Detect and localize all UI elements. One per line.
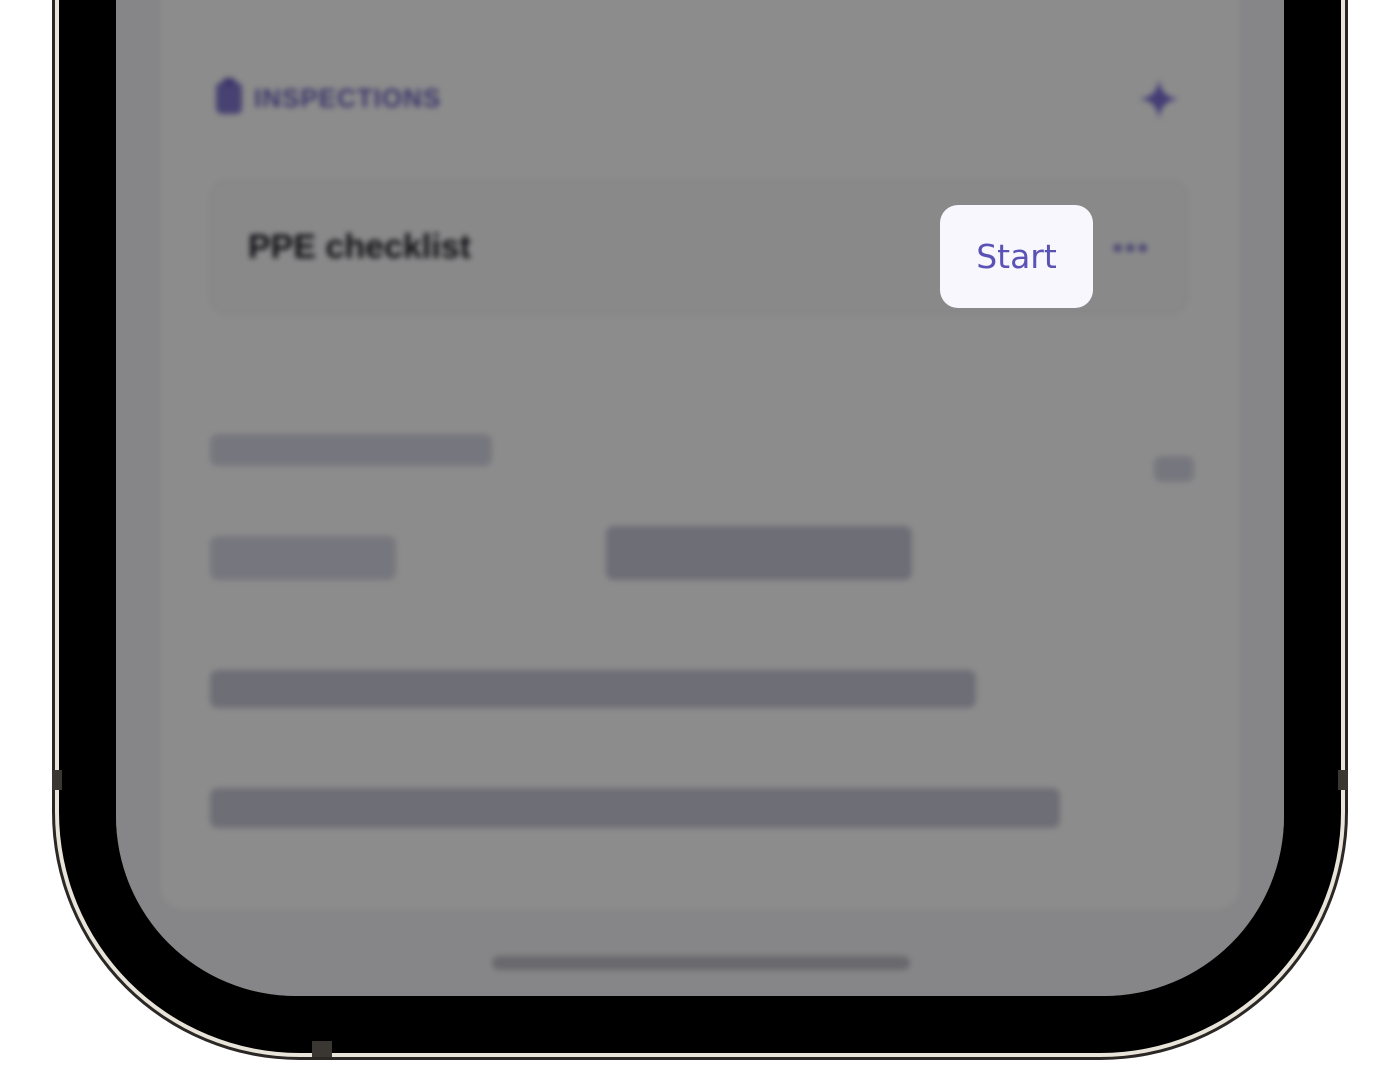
start-button[interactable]: Start [940, 205, 1093, 308]
dim-overlay [116, 0, 1284, 996]
phone-screen: INSPECTIONS PPE checklist ••• Start [116, 0, 1284, 996]
phone-side-button-left [52, 770, 62, 790]
phone-side-button-right [1338, 770, 1348, 790]
phone-port [312, 1041, 332, 1057]
